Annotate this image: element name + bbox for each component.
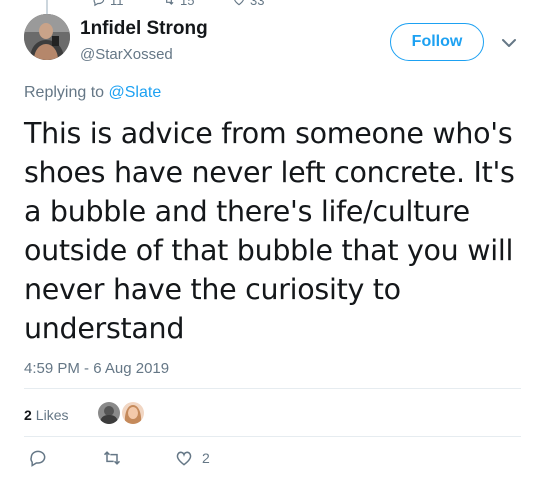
avatar-image: [24, 14, 70, 60]
previous-tweet-actions: 11 15 33: [0, 0, 300, 9]
retweet-icon: [166, 0, 174, 5]
author-avatar[interactable]: [24, 14, 70, 60]
divider-bottom: [24, 436, 521, 437]
replying-to-label: Replying to: [24, 84, 105, 101]
tweet-timestamp[interactable]: 4:59 PM - 6 Aug 2019: [24, 360, 169, 377]
chevron-down-icon[interactable]: [500, 34, 518, 52]
tweet-text: This is advice from someone who's shoes …: [24, 117, 515, 345]
author-display-name[interactable]: 1nfidel Strong: [80, 18, 208, 40]
reply-button[interactable]: [28, 448, 48, 468]
previous-like-count: 33: [250, 0, 265, 8]
likes-label: Likes: [35, 407, 69, 423]
previous-reply-stat[interactable]: 11: [92, 0, 124, 8]
replying-to: Replying to @Slate: [24, 84, 161, 102]
divider-top: [24, 388, 521, 389]
tweet-actions: 2: [24, 448, 324, 470]
previous-reply-count: 11: [110, 0, 124, 8]
heart-icon: [234, 0, 244, 6]
follow-button[interactable]: Follow: [390, 23, 484, 61]
like-count: 2: [202, 450, 210, 466]
retweet-icon: [103, 451, 121, 465]
reply-icon: [30, 450, 46, 467]
retweet-button[interactable]: [102, 448, 122, 468]
reply-icon: [93, 0, 105, 7]
likes-count: 2: [24, 407, 32, 423]
heart-icon: [176, 451, 192, 466]
liker-avatar-image: [122, 402, 144, 424]
liker-avatar[interactable]: [98, 402, 120, 424]
previous-retweet-stat[interactable]: 15: [162, 0, 194, 8]
previous-like-stat[interactable]: 33: [232, 0, 264, 8]
liker-avatar-image: [98, 402, 120, 424]
author-handle[interactable]: @StarXossed: [80, 46, 173, 63]
likes-summary[interactable]: 2 Likes: [24, 404, 68, 426]
previous-retweet-count: 15: [180, 0, 195, 8]
mention-link[interactable]: @Slate: [109, 84, 162, 101]
liker-avatar[interactable]: [122, 402, 144, 424]
like-button[interactable]: 2: [174, 448, 210, 468]
